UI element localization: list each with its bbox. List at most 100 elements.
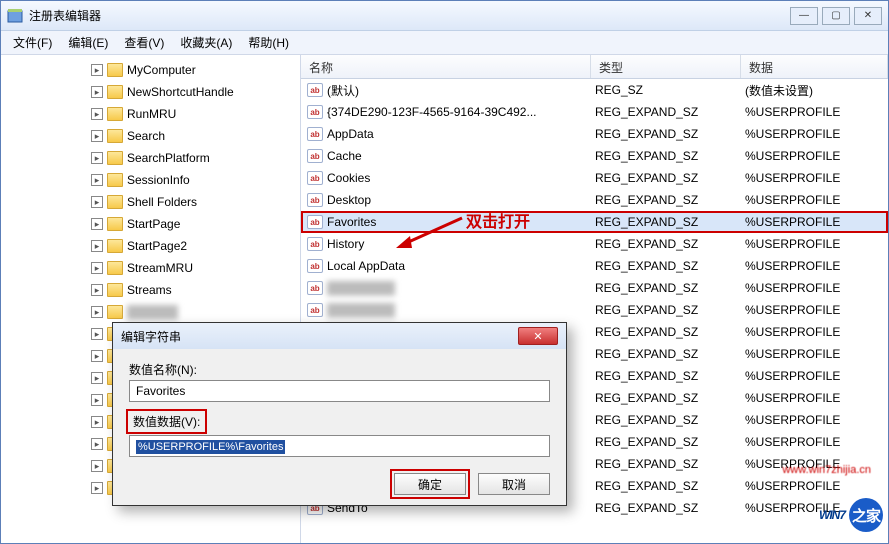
watermark-logo: WIN7 之家 [819,498,883,532]
col-header-data[interactable]: 数据 [741,55,888,78]
row-data: %USERPROFILE [741,149,888,163]
folder-icon [107,129,123,143]
string-icon: ab [307,127,323,141]
row-data: %USERPROFILE [741,193,888,207]
expander-icon[interactable]: ▸ [91,152,103,164]
row-name: ████████ [327,303,395,317]
row-name: Local AppData [327,259,405,273]
name-field[interactable]: Favorites [129,380,550,402]
string-icon: ab [307,237,323,251]
string-icon: ab [307,215,323,229]
data-value: %USERPROFILE%\Favorites [136,440,285,454]
tree-label: StartPage [127,217,180,231]
tree-label: SearchPlatform [127,151,210,165]
tree-item[interactable]: ▸ MyComputer [1,59,300,81]
dialog-close-button[interactable]: ✕ [518,327,558,345]
expander-icon[interactable]: ▸ [91,284,103,296]
minimize-button[interactable]: — [790,7,818,25]
row-data: %USERPROFILE [741,369,888,383]
list-row[interactable]: abLocal AppDataREG_EXPAND_SZ%USERPROFILE [301,255,888,277]
expander-icon[interactable]: ▸ [91,372,103,384]
row-type: REG_EXPAND_SZ [591,325,741,339]
data-label: 数值数据(V): [133,415,200,429]
expander-icon[interactable]: ▸ [91,350,103,362]
row-data: %USERPROFILE [741,127,888,141]
tree-label: ██████ [127,305,178,319]
row-type: REG_EXPAND_SZ [591,281,741,295]
tree-item[interactable]: ▸RunMRU [1,103,300,125]
expander-icon[interactable]: ▸ [91,86,103,98]
watermark-url: www.win7zhijia.cn [782,464,871,476]
expander-icon[interactable]: ▸ [91,240,103,252]
tree-label: MyComputer [127,63,196,77]
ok-button[interactable]: 确定 [394,473,466,495]
expander-icon[interactable]: ▸ [91,64,103,76]
row-type: REG_EXPAND_SZ [591,259,741,273]
menu-help[interactable]: 帮助(H) [240,34,297,51]
row-data: %USERPROFILE [741,281,888,295]
dialog-titlebar[interactable]: 编辑字符串 ✕ [113,323,566,349]
tree-item[interactable]: ▸Shell Folders [1,191,300,213]
expander-icon[interactable]: ▸ [91,394,103,406]
menu-view[interactable]: 查看(V) [116,34,172,51]
list-row[interactable]: ab {374DE290-123F-4565-9164-39C492... REG_… [301,101,888,123]
col-header-name[interactable]: 名称 [301,55,591,78]
list-row[interactable]: abFavoritesREG_EXPAND_SZ%USERPROFILE [301,211,888,233]
row-name: Cache [327,149,362,163]
tree-item[interactable]: ▸Search [1,125,300,147]
list-row[interactable]: ab████████REG_EXPAND_SZ%USERPROFILE [301,277,888,299]
cancel-button[interactable]: 取消 [478,473,550,495]
window-title: 注册表编辑器 [29,7,790,24]
string-icon: ab [307,105,323,119]
folder-icon [107,151,123,165]
close-button[interactable]: ✕ [854,7,882,25]
row-type: REG_EXPAND_SZ [591,105,741,119]
expander-icon[interactable]: ▸ [91,174,103,186]
expander-icon[interactable]: ▸ [91,218,103,230]
menubar: 文件(F) 编辑(E) 查看(V) 收藏夹(A) 帮助(H) [1,31,888,55]
expander-icon[interactable]: ▸ [91,482,103,494]
tree-item[interactable]: ▸StartPage2 [1,235,300,257]
col-header-type[interactable]: 类型 [591,55,741,78]
folder-icon [107,63,123,77]
row-type: REG_EXPAND_SZ [591,435,741,449]
tree-label: NewShortcutHandle [127,85,234,99]
tree-item[interactable]: ▸ NewShortcutHandle [1,81,300,103]
list-row[interactable]: abDesktopREG_EXPAND_SZ%USERPROFILE [301,189,888,211]
expander-icon[interactable]: ▸ [91,262,103,274]
name-label: 数值名称(N): [129,361,550,378]
list-row[interactable]: abAppDataREG_EXPAND_SZ%USERPROFILE [301,123,888,145]
menu-file[interactable]: 文件(F) [5,34,60,51]
expander-icon[interactable]: ▸ [91,460,103,472]
tree-item[interactable]: ▸Streams [1,279,300,301]
folder-icon [107,195,123,209]
tree-item[interactable]: ▸SessionInfo [1,169,300,191]
folder-icon [107,283,123,297]
expander-icon[interactable]: ▸ [91,108,103,120]
list-row[interactable]: abCacheREG_EXPAND_SZ%USERPROFILE [301,145,888,167]
string-icon: ab [307,259,323,273]
expander-icon[interactable]: ▸ [91,416,103,428]
menu-edit[interactable]: 编辑(E) [60,34,116,51]
titlebar[interactable]: 注册表编辑器 — ▢ ✕ [1,1,888,31]
expander-icon[interactable]: ▸ [91,328,103,340]
menu-favorites[interactable]: 收藏夹(A) [172,34,240,51]
maximize-button[interactable]: ▢ [822,7,850,25]
list-row[interactable]: ab████████REG_EXPAND_SZ%USERPROFILE [301,299,888,321]
row-data: %USERPROFILE [741,413,888,427]
list-row[interactable]: abCookiesREG_EXPAND_SZ%USERPROFILE [301,167,888,189]
tree-item[interactable]: ▸ StartPage [1,213,300,235]
expander-icon[interactable]: ▸ [91,438,103,450]
string-icon: ab [307,83,323,97]
row-type: REG_EXPAND_SZ [591,347,741,361]
expander-icon[interactable]: ▸ [91,196,103,208]
tree-item[interactable]: ▸ SearchPlatform [1,147,300,169]
tree-item[interactable]: ▸ ██████ [1,301,300,323]
row-name: {374DE290-123F-4565-9164-39C492... [327,105,536,119]
tree-item[interactable]: ▸StreamMRU [1,257,300,279]
list-row[interactable]: ab(默认)REG_SZ(数值未设置) [301,79,888,101]
list-row[interactable]: abHistoryREG_EXPAND_SZ%USERPROFILE [301,233,888,255]
data-field[interactable]: %USERPROFILE%\Favorites [129,435,550,457]
expander-icon[interactable]: ▸ [91,130,103,142]
expander-icon[interactable]: ▸ [91,306,103,318]
